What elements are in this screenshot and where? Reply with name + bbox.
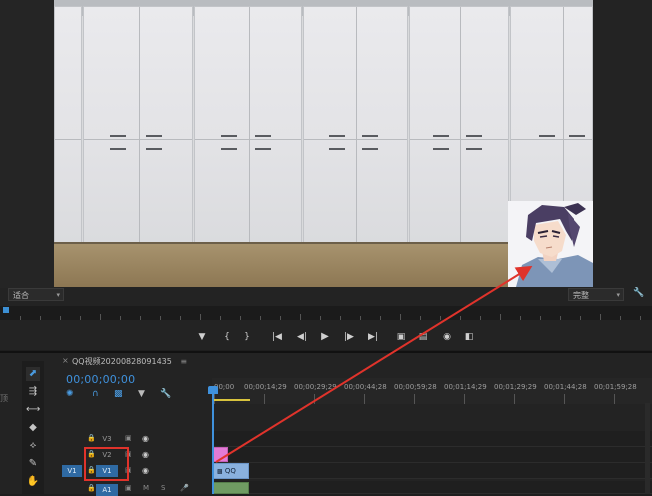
- track-header-v1: V1 🔒 V1 ▣ ◉: [60, 463, 212, 479]
- clip-fx-icon: ▩: [217, 468, 223, 475]
- lock-icon[interactable]: 🔒: [87, 484, 96, 492]
- timeline-vertical-scrollbar[interactable]: [645, 403, 650, 494]
- cabinet: [194, 6, 302, 244]
- track-lane-v1[interactable]: [212, 463, 652, 479]
- ruler-label: 00;01;44;28: [544, 383, 587, 391]
- wrench-icon[interactable]: 🔧: [633, 288, 644, 298]
- track-header-v2: 🔒 V2 ▣ ◉: [60, 447, 212, 463]
- ruler-label: 00;01;59;28: [594, 383, 637, 391]
- character-illustration: [508, 201, 593, 287]
- step-forward-icon[interactable]: |▶: [342, 331, 356, 343]
- eye-icon[interactable]: ◉: [142, 466, 149, 475]
- annotation-highlight-box: [84, 447, 129, 481]
- quality-dropdown-value: 完整: [573, 291, 589, 300]
- lock-icon[interactable]: 🔒: [87, 434, 96, 442]
- ruler-label: 00;00;59;28: [394, 383, 437, 391]
- panel-menu-icon[interactable]: ≡: [180, 357, 187, 366]
- clip-v1-video[interactable]: ▩ QQ: [213, 463, 249, 479]
- track-target-v3[interactable]: V3: [96, 433, 118, 445]
- film-icon[interactable]: ▣: [125, 434, 132, 442]
- timeline-timecode[interactable]: 00;00;00;00: [66, 373, 135, 386]
- compare-icon[interactable]: ◧: [462, 331, 476, 343]
- lift-icon[interactable]: ▣: [394, 331, 408, 343]
- chevron-down-icon: ▾: [616, 291, 620, 299]
- eye-icon[interactable]: ◉: [142, 450, 149, 459]
- work-area-bar[interactable]: [213, 399, 250, 401]
- wrench-icon[interactable]: 🔧: [160, 389, 171, 399]
- mark-out-button[interactable]: }: [240, 331, 254, 343]
- solo-button[interactable]: S: [161, 484, 165, 492]
- project-panel-edge-text: 顶: [0, 394, 8, 403]
- track-select-tool-icon[interactable]: ⇶: [26, 385, 40, 399]
- mute-button[interactable]: M: [143, 484, 149, 492]
- razor-tool-icon[interactable]: ◆: [26, 421, 40, 435]
- cabinet: [409, 6, 509, 244]
- sequence-tab[interactable]: QQ视频20200828091435 ≡: [72, 356, 187, 367]
- extract-icon[interactable]: ▤: [416, 331, 430, 343]
- clip-v1-name: QQ: [224, 467, 236, 475]
- monitor-time-ruler[interactable]: [0, 306, 652, 320]
- fit-dropdown[interactable]: 适合 ▾: [8, 288, 64, 301]
- ruler-label: 00;01;14;29: [444, 383, 487, 391]
- track-lane-v2[interactable]: [212, 447, 652, 463]
- program-monitor: [0, 0, 652, 288]
- fit-dropdown-value: 适合: [13, 291, 29, 300]
- track-header-a1: 🔒 A1 ▣ M S 🎤: [60, 481, 212, 496]
- mark-in-button[interactable]: {: [220, 331, 234, 343]
- pen-tool-icon[interactable]: ✎: [26, 457, 40, 471]
- sequence-name: QQ视频20200828091435: [72, 357, 172, 366]
- snap-icon[interactable]: ∩: [92, 389, 99, 399]
- chevron-down-icon: ▾: [56, 291, 60, 299]
- timeline-ruler[interactable]: 00;00 00;00;14;29 00;00;29;29 00;00;44;2…: [212, 378, 652, 404]
- cabinet: [303, 6, 408, 244]
- close-icon[interactable]: ×: [62, 356, 70, 365]
- camera-icon[interactable]: ◉: [440, 331, 454, 343]
- timeline-playhead[interactable]: [212, 386, 214, 494]
- tools-panel: ⬈ ⇶ ⟷ ◆ ⟡ ✎ ✋: [22, 361, 44, 494]
- add-marker-icon[interactable]: ▼: [195, 331, 209, 343]
- clip-v2-image[interactable]: [213, 447, 228, 462]
- hand-tool-icon[interactable]: ✋: [26, 475, 40, 489]
- quality-dropdown[interactable]: 完整 ▾: [568, 288, 624, 301]
- track-header-v3: 🔒 V3 ▣ ◉: [60, 431, 212, 447]
- slip-tool-icon[interactable]: ⟡: [26, 439, 40, 453]
- ruler-label: 00;00;14;29: [244, 383, 287, 391]
- go-to-out-icon[interactable]: ▶|: [366, 331, 380, 343]
- eye-icon[interactable]: ◉: [142, 434, 149, 443]
- go-to-in-icon[interactable]: |◀: [270, 331, 284, 343]
- track-target-a1[interactable]: A1: [96, 484, 118, 496]
- ruler-label: 00;00;29;29: [294, 383, 337, 391]
- selection-tool-icon[interactable]: ⬈: [26, 367, 40, 381]
- ruler-label: 00;01;29;29: [494, 383, 537, 391]
- nest-icon[interactable]: ✺: [66, 389, 74, 399]
- ruler-label: 00;00;44;28: [344, 383, 387, 391]
- monitor-playhead-marker[interactable]: [3, 307, 9, 313]
- step-back-icon[interactable]: ◀|: [295, 331, 309, 343]
- play-icon[interactable]: ▶: [318, 331, 332, 343]
- film-icon[interactable]: ▣: [125, 484, 132, 492]
- cabinet: [83, 6, 193, 244]
- microphone-icon[interactable]: 🎤: [180, 484, 189, 492]
- ripple-edit-tool-icon[interactable]: ⟷: [26, 403, 40, 417]
- cabinet: [54, 6, 82, 244]
- track-lane-v3[interactable]: [212, 431, 652, 447]
- overlay-character-image: [508, 201, 593, 287]
- linked-selection-icon[interactable]: ▩: [114, 389, 123, 399]
- source-patch-v1[interactable]: V1: [62, 465, 82, 477]
- clip-a1-audio[interactable]: [213, 482, 249, 494]
- monitor-left-gutter: [0, 0, 54, 288]
- add-marker-icon[interactable]: ▼: [138, 389, 145, 399]
- track-lane-a1[interactable]: [212, 481, 652, 494]
